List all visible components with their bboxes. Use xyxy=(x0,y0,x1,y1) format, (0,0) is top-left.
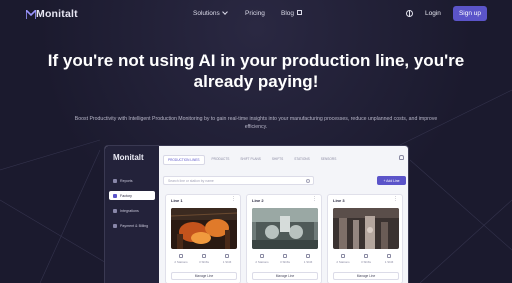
stat-shifts: 3 Shifts xyxy=(275,254,295,264)
stat-label: 2 Stations xyxy=(336,260,350,264)
stat-label: 1 Shift xyxy=(384,260,394,264)
stat-label: 1 Shift xyxy=(222,260,232,264)
sidebar-item-label: Reports xyxy=(120,178,133,183)
search-placeholder: Search line or station by name xyxy=(168,178,214,183)
app-tabs: PRODUCTION LINES PRODUCTS SHIFT PLANS SH… xyxy=(163,155,340,165)
station-icon xyxy=(341,254,345,258)
logo-mark-icon xyxy=(26,9,36,19)
stat-label: 1 Shift xyxy=(303,260,313,264)
factory-photo xyxy=(333,208,399,249)
factory-photo xyxy=(252,208,318,249)
shift-icon xyxy=(283,254,287,258)
sidebar-item-label: Payment & Billing xyxy=(120,223,149,228)
external-link-icon xyxy=(297,10,303,15)
app-brand: Monitalt xyxy=(113,153,144,162)
stat-label: 2 Stations xyxy=(255,260,269,264)
tab-production-lines[interactable]: PRODUCTION LINES xyxy=(163,155,205,165)
tab-sensors[interactable]: SENSORS xyxy=(317,155,341,165)
nav-pricing[interactable]: Pricing xyxy=(245,10,265,17)
card-title: Line 1 xyxy=(171,198,183,203)
top-nav: Monitalt Solutions Pricing Blog Login Si… xyxy=(0,0,512,28)
shift-icon xyxy=(364,254,368,258)
app-preview-window: Monitalt Reports Factory Integrations Pa… xyxy=(104,145,409,283)
sidebar-item-integrations[interactable]: Integrations xyxy=(109,206,155,215)
signup-button[interactable]: Sign up xyxy=(453,6,487,21)
search-input[interactable]: Search line or station by name xyxy=(163,176,314,185)
sidebar-item-billing[interactable]: Payment & Billing xyxy=(109,221,155,230)
sidebar-item-reports[interactable]: Reports xyxy=(109,176,155,185)
clock-icon xyxy=(387,254,391,258)
brand-name: Monitalt xyxy=(36,8,78,20)
tab-products[interactable]: PRODUCTS xyxy=(208,155,234,165)
card-stats: 2 Stations 3 Shifts 1 Shift xyxy=(171,254,237,264)
chevron-down-icon xyxy=(221,9,228,15)
sidebar-item-label: Factory xyxy=(120,193,132,198)
stat-shift: 1 Shift xyxy=(217,254,237,264)
line-card[interactable]: Line 1 ⋮ 2 Stations 3 Shifts 1 Shift Man… xyxy=(165,194,241,283)
stat-shifts: 3 Shifts xyxy=(194,254,214,264)
more-vertical-icon[interactable]: ⋮ xyxy=(312,197,317,202)
stat-stations: 2 Stations xyxy=(333,254,353,264)
app-sidebar: Monitalt Reports Factory Integrations Pa… xyxy=(105,146,159,283)
stat-shifts: 3 Shifts xyxy=(356,254,376,264)
stat-label: 3 Shifts xyxy=(279,260,290,264)
sidebar-item-factory[interactable]: Factory xyxy=(109,191,155,200)
bell-icon[interactable] xyxy=(399,155,404,160)
stat-shift: 1 Shift xyxy=(298,254,318,264)
integrations-icon xyxy=(113,208,117,213)
manage-line-button[interactable]: Manage Line xyxy=(252,272,318,280)
stat-label: 2 Stations xyxy=(174,260,188,264)
more-vertical-icon[interactable]: ⋮ xyxy=(393,197,398,202)
clock-icon xyxy=(306,254,310,258)
stat-shift: 1 Shift xyxy=(379,254,399,264)
login-link[interactable]: Login xyxy=(425,10,441,17)
line-card[interactable]: Line 3 ⋮ 2 Stations 3 Shifts 1 Shift Man… xyxy=(327,194,403,283)
hero-title: If you're not using AI in your productio… xyxy=(47,51,465,91)
nav-blog[interactable]: Blog xyxy=(281,10,303,17)
stat-stations: 2 Stations xyxy=(171,254,191,264)
tab-shifts[interactable]: SHIFTS xyxy=(268,155,287,165)
factory-icon xyxy=(113,193,117,198)
globe-icon[interactable] xyxy=(406,10,413,17)
tab-stations[interactable]: STATIONS xyxy=(290,155,313,165)
line-card[interactable]: Line 2 ⋮ 2 Stations 3 Shifts 1 Shift Man… xyxy=(246,194,322,283)
manage-line-button[interactable]: Manage Line xyxy=(171,272,237,280)
search-icon xyxy=(306,179,310,183)
manage-line-button[interactable]: Manage Line xyxy=(333,272,399,280)
more-vertical-icon[interactable]: ⋮ xyxy=(231,197,236,202)
nav-blog-label: Blog xyxy=(281,10,295,17)
stat-label: 3 Shifts xyxy=(360,260,371,264)
station-icon xyxy=(179,254,183,258)
nav-solutions[interactable]: Solutions xyxy=(193,9,228,17)
stat-stations: 2 Stations xyxy=(252,254,272,264)
card-stats: 2 Stations 3 Shifts 1 Shift xyxy=(252,254,318,264)
reports-icon xyxy=(113,178,117,183)
card-title: Line 3 xyxy=(333,198,345,203)
factory-photo xyxy=(171,208,237,249)
billing-icon xyxy=(113,223,117,228)
hero-subtitle: Boost Productivity with Intelligent Prod… xyxy=(74,116,438,130)
card-title: Line 2 xyxy=(252,198,264,203)
station-icon xyxy=(260,254,264,258)
nav-solutions-label: Solutions xyxy=(193,10,220,17)
brand-logo[interactable]: Monitalt xyxy=(26,8,78,20)
stat-label: 3 Shifts xyxy=(198,260,209,264)
clock-icon xyxy=(225,254,229,258)
shift-icon xyxy=(202,254,206,258)
card-stats: 2 Stations 3 Shifts 1 Shift xyxy=(333,254,399,264)
tab-shift-plans[interactable]: SHIFT PLANS xyxy=(236,155,265,165)
app-main: PRODUCTION LINES PRODUCTS SHIFT PLANS SH… xyxy=(159,146,408,283)
add-line-button[interactable]: + Add Line xyxy=(377,176,406,185)
sidebar-item-label: Integrations xyxy=(120,208,139,213)
